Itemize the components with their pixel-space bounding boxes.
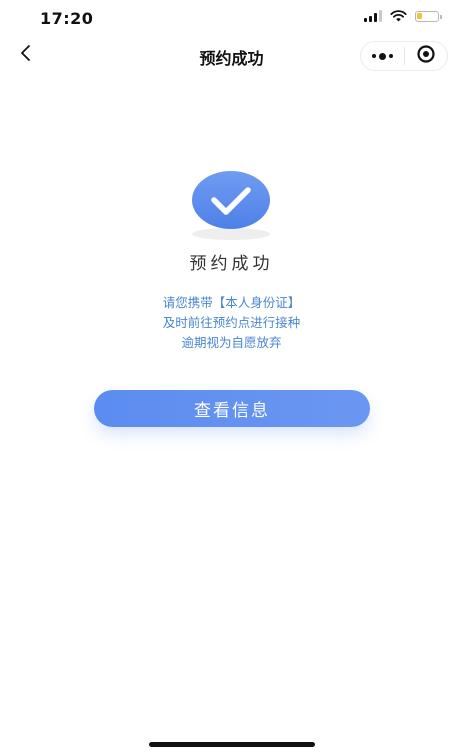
check-icon [192,170,270,234]
notice-line: 请您携带【本人身份证】 [162,295,301,310]
success-illustration [186,164,276,244]
nav-bar: 预约成功 [0,38,463,74]
notice-text: 请您携带【本人身份证】 及时前往预约点进行接种 逾期视为自愿放弃 [0,293,463,353]
home-indicator [149,742,315,747]
more-button[interactable] [361,42,404,70]
view-info-button[interactable]: 查看信息 [94,390,370,427]
close-button[interactable] [405,42,448,70]
status-time: 17:20 [40,9,94,28]
wifi-icon [390,10,407,22]
notice-line: 及时前往预约点进行接种 [162,315,301,330]
battery-icon [415,10,442,22]
notice-line: 逾期视为自愿放弃 [181,335,282,350]
more-dots-icon [371,52,393,60]
battery-level [417,12,422,19]
status-bar: 17:20 [0,0,463,40]
mini-program-capsule [360,41,448,71]
status-icons [364,10,442,22]
close-circle-icon [416,44,436,68]
signal-icon [364,10,382,22]
success-title: 预约成功 [189,254,274,274]
